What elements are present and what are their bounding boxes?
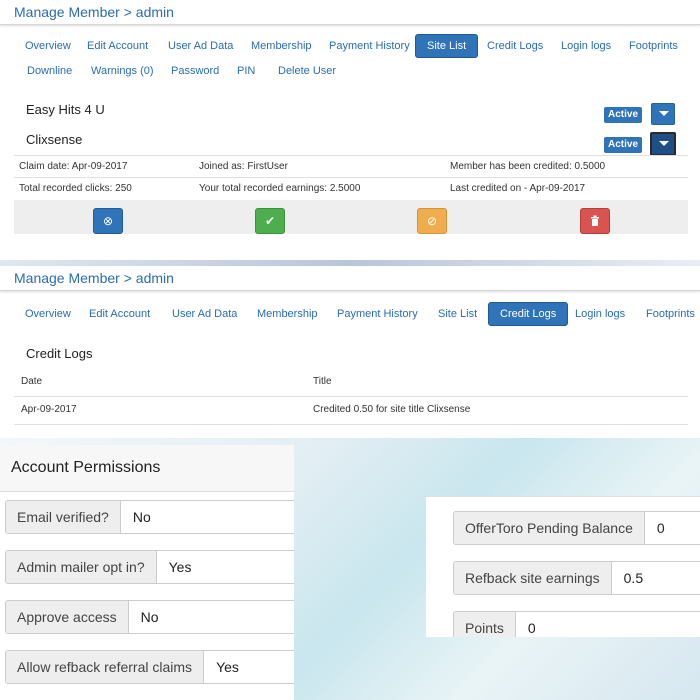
check-icon: ✔ [264, 214, 276, 228]
tab-password[interactable]: Password [160, 60, 230, 82]
tab-pin[interactable]: PIN [226, 60, 266, 82]
divider [14, 396, 688, 397]
tab-overview[interactable]: Overview [14, 35, 82, 57]
divider [14, 155, 688, 156]
page-heading: Manage Member > admin [0, 0, 700, 25]
tab-user-ad-data[interactable]: User Ad Data [161, 303, 248, 325]
tab-login-logs[interactable]: Login logs [550, 35, 622, 57]
status-badge-2: Active [604, 137, 643, 153]
tab-user-ad-data[interactable]: User Ad Data [157, 35, 244, 57]
tab-site-list[interactable]: Site List [415, 34, 479, 58]
balance-row: Refback site earnings 0.5 [453, 561, 700, 595]
tab-overview[interactable]: Overview [14, 303, 82, 325]
balances-panel: OfferToro Pending Balance 0 Refback site… [426, 496, 700, 637]
total-clicks: Total recorded clicks: 250 [19, 183, 132, 194]
balance-row: Points 0 [453, 611, 700, 637]
permission-value[interactable]: No [120, 501, 163, 533]
permission-value[interactable]: No [128, 601, 171, 633]
account-permissions-panel: Account Permissions Email verified? No A… [0, 445, 294, 700]
site-name-2: Clixsense [26, 132, 83, 147]
tab-credit-logs[interactable]: Credit Logs [488, 302, 569, 326]
permission-row: Email verified? No [5, 500, 294, 534]
table-cell-date: Apr-09-2017 [21, 404, 77, 415]
status-badge-1: Active [604, 107, 643, 123]
site-2-dropdown-button[interactable] [650, 132, 676, 156]
chevron-down-icon [659, 111, 669, 116]
balance-row: OfferToro Pending Balance 0 [453, 511, 700, 545]
total-earnings: Your total recorded earnings: 2.5000 [199, 183, 361, 194]
balance-label: Refback site earnings [454, 562, 612, 594]
tab-membership[interactable]: Membership [240, 35, 323, 57]
permission-label: Admin mailer opt in? [6, 551, 157, 583]
tab-payment-history[interactable]: Payment History [318, 35, 421, 57]
tab-membership[interactable]: Membership [246, 303, 329, 325]
permission-value[interactable]: Yes [156, 551, 204, 583]
last-credited: Last credited on - Apr-09-2017 [450, 183, 586, 194]
member-credited: Member has been credited: 0.5000 [450, 161, 606, 172]
panel-title: Account Permissions [0, 445, 294, 492]
balance-value[interactable]: 0 [644, 512, 677, 544]
tab-edit-account[interactable]: Edit Account [76, 35, 159, 57]
balance-value[interactable]: 0.5 [611, 562, 656, 594]
cancel-icon: ⊗ [102, 214, 114, 228]
tab-footprints[interactable]: Footprints [618, 35, 689, 57]
tab-payment-history[interactable]: Payment History [326, 303, 429, 325]
ban-icon: ⊘ [426, 214, 438, 228]
table-cell-title: Credited 0.50 for site title Clixsense [313, 404, 471, 415]
permission-row: Allow refback referral claims Yes [5, 650, 294, 684]
tab-edit-account[interactable]: Edit Account [78, 303, 161, 325]
permission-value[interactable]: Yes [204, 651, 251, 683]
page-heading: Manage Member > admin [0, 266, 700, 291]
delete-button[interactable] [580, 208, 610, 234]
permission-row: Admin mailer opt in? Yes [5, 550, 294, 584]
column-header-title: Title [313, 376, 332, 387]
joined-as: Joined as: FirstUser [199, 161, 288, 172]
permission-label: Approve access [6, 601, 129, 633]
permission-label: Email verified? [6, 501, 121, 533]
site-1-dropdown-button[interactable] [651, 103, 675, 125]
divider [14, 424, 688, 425]
tab-warnings[interactable]: Warnings (0) [80, 60, 165, 82]
ban-button[interactable]: ⊘ [417, 208, 447, 234]
permission-label: Allow refback referral claims [6, 651, 205, 683]
tab-footprints[interactable]: Footprints [635, 303, 700, 325]
action-bar: ⊗ ✔ ⊘ [14, 200, 688, 234]
tab-delete-user[interactable]: Delete User [267, 60, 347, 82]
divider [14, 177, 688, 178]
balance-label: OfferToro Pending Balance [454, 512, 645, 544]
balance-label: Points [454, 612, 516, 637]
site-list-panel: Manage Member > admin Overview Edit Acco… [0, 0, 700, 260]
approve-button[interactable]: ✔ [255, 208, 285, 234]
trash-icon [591, 215, 599, 226]
tab-login-logs[interactable]: Login logs [564, 303, 636, 325]
cancel-button[interactable]: ⊗ [93, 208, 123, 234]
tab-credit-logs[interactable]: Credit Logs [476, 35, 554, 57]
tab-site-list[interactable]: Site List [427, 303, 488, 325]
section-title: Credit Logs [26, 346, 93, 361]
tab-downline[interactable]: Downline [16, 60, 83, 82]
chevron-down-icon [659, 141, 669, 146]
claim-date: Claim date: Apr-09-2017 [19, 161, 128, 172]
permission-row: Approve access No [5, 600, 294, 634]
balance-value[interactable]: 0 [515, 612, 548, 637]
site-name-1: Easy Hits 4 U [26, 102, 105, 117]
column-header-date: Date [21, 376, 43, 387]
credit-logs-panel: Manage Member > admin Overview Edit Acco… [0, 266, 700, 438]
